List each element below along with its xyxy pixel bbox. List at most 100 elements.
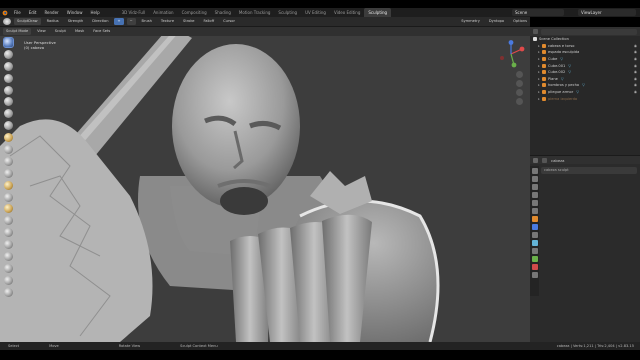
mask-brush-icon[interactable]: [4, 287, 13, 297]
face-sets-menu[interactable]: Face Sets: [90, 28, 113, 35]
workspace-tab[interactable]: Shading: [211, 8, 235, 17]
properties-pin-icon[interactable]: [542, 157, 547, 163]
visibility-eye-icon[interactable]: ◉: [634, 57, 637, 61]
outliner-row[interactable]: ▸ Cube.001 ▽ ◉: [530, 62, 640, 69]
view-layer-tab-icon[interactable]: [531, 192, 538, 198]
properties-search-field[interactable]: cabeza sculpt: [541, 167, 637, 174]
outliner-row[interactable]: ▸ pliegue armor ▽ ◉: [530, 89, 640, 96]
scene-tab-icon[interactable]: [531, 200, 538, 206]
outliner-row[interactable]: Scene Collection: [530, 36, 640, 43]
outliner-row[interactable]: ▸ Cube ▽ ◉: [530, 56, 640, 63]
3d-viewport[interactable]: User Perspective (0) cabeza: [0, 36, 530, 342]
texture-tab-icon[interactable]: [531, 272, 538, 278]
menu-edit[interactable]: Edit: [25, 10, 41, 15]
modifier-tab-icon[interactable]: [531, 224, 538, 230]
menu-window[interactable]: Window: [63, 10, 87, 15]
clay-strips-brush-icon[interactable]: [4, 73, 13, 83]
perspective-icon[interactable]: [516, 98, 523, 105]
visibility-eye-icon[interactable]: ◉: [634, 77, 637, 81]
inflate-brush-icon[interactable]: [4, 109, 13, 119]
subtract-direction-button[interactable]: −: [126, 18, 136, 25]
dyntopo-menu[interactable]: Dyntopo: [486, 18, 507, 25]
visibility-eye-icon[interactable]: ◉: [634, 44, 637, 48]
clay-brush-icon[interactable]: [4, 61, 13, 71]
grab-brush-icon[interactable]: [4, 216, 13, 226]
options-menu[interactable]: Options: [510, 18, 530, 25]
render-tab-icon[interactable]: [531, 176, 538, 182]
pose-brush-icon[interactable]: [4, 263, 13, 273]
crease-brush-icon[interactable]: [4, 133, 13, 143]
mode-selector[interactable]: Sculpt Mode: [3, 28, 32, 35]
menu-help[interactable]: Help: [86, 10, 103, 15]
nudge-brush-icon[interactable]: [4, 275, 13, 285]
strength-field[interactable]: Strength: [65, 18, 87, 25]
snake-hook-brush-icon[interactable]: [4, 240, 13, 250]
zoom-icon[interactable]: [516, 71, 523, 78]
symmetry-menu[interactable]: Symmetry: [458, 18, 483, 25]
brush-name-field[interactable]: SculptDraw: [14, 18, 41, 25]
texture-menu[interactable]: Texture: [158, 18, 177, 25]
thumb-brush-icon[interactable]: [4, 252, 13, 262]
pinch-brush-icon[interactable]: [4, 204, 13, 214]
pan-icon[interactable]: [516, 80, 523, 87]
workspace-tab[interactable]: Animation: [149, 8, 177, 17]
camera-icon[interactable]: [516, 89, 523, 96]
brush-icon[interactable]: [3, 18, 11, 25]
mask-menu[interactable]: Mask: [72, 28, 87, 35]
outliner-search-field[interactable]: [541, 28, 637, 35]
visibility-eye-icon[interactable]: ◉: [634, 64, 637, 68]
navigation-gizmo[interactable]: [496, 40, 526, 68]
outliner-row[interactable]: ▸ Cube.002 ▽ ◉: [530, 69, 640, 76]
multiplane-scrape-brush-icon[interactable]: [4, 192, 13, 202]
outliner-filter-icon[interactable]: [533, 29, 538, 34]
workspace-tab[interactable]: UV Editing: [301, 8, 330, 17]
tool-tab-icon[interactable]: [531, 168, 538, 174]
data-tab-icon[interactable]: [531, 256, 538, 262]
workspace-tab[interactable]: Video Editing: [330, 8, 364, 17]
workspace-tab[interactable]: Sculpting: [274, 8, 301, 17]
elastic-deform-brush-icon[interactable]: [4, 228, 13, 238]
blender-logo-icon[interactable]: [0, 8, 10, 17]
properties-editor-icon[interactable]: [533, 157, 538, 163]
flatten-brush-icon[interactable]: [4, 156, 13, 166]
object-tab-icon[interactable]: [531, 216, 538, 222]
outliner-row[interactable]: ▸ pierna izquierda: [530, 95, 640, 102]
menu-render[interactable]: Render: [40, 10, 62, 15]
sculpt-menu[interactable]: Sculpt: [52, 28, 69, 35]
visibility-eye-icon[interactable]: ◉: [634, 90, 637, 94]
blob-brush-icon[interactable]: [4, 121, 13, 131]
outliner-row[interactable]: ▸ Plane ▽ ◉: [530, 76, 640, 83]
view-menu[interactable]: View: [34, 28, 49, 35]
physics-tab-icon[interactable]: [531, 240, 538, 246]
layer-brush-icon[interactable]: [4, 97, 13, 107]
menu-file[interactable]: File: [10, 10, 25, 15]
material-tab-icon[interactable]: [531, 264, 538, 270]
workspace-tab[interactable]: 3D Vidz-Full: [118, 8, 150, 17]
draw-sharp-brush-icon[interactable]: [4, 49, 13, 59]
falloff-menu[interactable]: Falloff: [201, 18, 218, 25]
scrape-brush-icon[interactable]: [4, 180, 13, 190]
workspace-tab-active[interactable]: Sculpting: [364, 8, 392, 17]
fill-brush-icon[interactable]: [4, 168, 13, 178]
constraints-tab-icon[interactable]: [531, 248, 538, 254]
outliner-row[interactable]: ▸ espada esculpida ◉: [530, 49, 640, 56]
workspace-tab[interactable]: Motion Tracking: [235, 8, 274, 17]
outliner-row[interactable]: ▸ hombros y pecho ▽ ◉: [530, 82, 640, 89]
visibility-eye-icon[interactable]: ◉: [634, 50, 637, 54]
particles-tab-icon[interactable]: [531, 232, 538, 238]
radius-field[interactable]: Radius: [44, 18, 62, 25]
visibility-eye-icon[interactable]: ◉: [634, 83, 637, 87]
brush-menu[interactable]: Brush: [139, 18, 155, 25]
output-tab-icon[interactable]: [531, 184, 538, 190]
world-tab-icon[interactable]: [531, 208, 538, 214]
cursor-menu[interactable]: Cursor: [220, 18, 238, 25]
stroke-menu[interactable]: Stroke: [180, 18, 197, 25]
view-layer-selector[interactable]: ViewLayer: [578, 9, 636, 16]
add-direction-button[interactable]: +: [114, 18, 124, 25]
clay-thumb-brush-icon[interactable]: [4, 85, 13, 95]
workspace-tab[interactable]: Compositing: [178, 8, 211, 17]
outliner-row[interactable]: ▸ cabeza e torso ◉: [530, 43, 640, 50]
draw-brush-icon[interactable]: [3, 37, 14, 48]
smooth-brush-icon[interactable]: [4, 145, 13, 155]
scene-selector[interactable]: Scene: [512, 9, 564, 16]
